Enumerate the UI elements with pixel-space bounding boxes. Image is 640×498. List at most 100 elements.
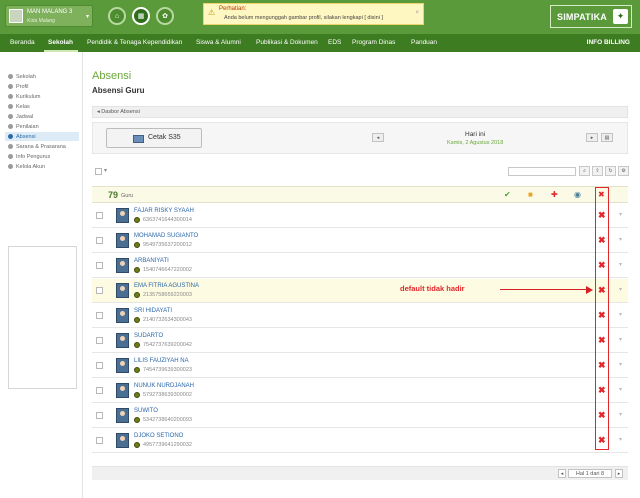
teacher-nip: 2140732634300043 — [143, 317, 192, 323]
breadcrumb-link[interactable]: ◂ Dasbor Absensi — [97, 109, 140, 115]
other-status-icon[interactable]: ◉ — [574, 190, 581, 199]
sidebar-item-absensi[interactable]: Absensi — [5, 132, 79, 141]
teacher-name[interactable]: DJOKO SETIONO — [134, 433, 183, 439]
ministry-badge-icon — [134, 217, 140, 223]
row-checkbox[interactable] — [96, 212, 103, 219]
absent-column-highlight — [595, 187, 609, 450]
row-checkbox[interactable] — [96, 262, 103, 269]
settings-icon[interactable]: ⚙ — [618, 166, 629, 176]
teacher-name[interactable]: MOHAMAD SUGIANTO — [134, 233, 198, 239]
teacher-name[interactable]: NUNUK NURDJANAH — [134, 383, 194, 389]
row-checkbox[interactable] — [96, 362, 103, 369]
leave-icon[interactable]: ■ — [528, 190, 533, 199]
avatar — [116, 333, 129, 348]
row-checkbox[interactable] — [96, 312, 103, 319]
building-icon — [8, 144, 13, 149]
chevron-down-icon[interactable]: ▾ — [619, 261, 622, 268]
teacher-name[interactable]: SRI HIDAYATI — [134, 308, 172, 314]
sick-icon[interactable]: ✚ — [551, 190, 558, 199]
main-nav: Beranda Sekolah Pendidik & Tenaga Kepend… — [0, 34, 640, 52]
avatar — [116, 283, 129, 298]
class-icon — [8, 104, 13, 109]
page-indicator[interactable]: Hal 1 dari 8 — [568, 469, 612, 478]
row-checkbox[interactable] — [96, 437, 103, 444]
next-day-button[interactable]: ▸ — [586, 133, 598, 142]
row-checkbox[interactable] — [96, 387, 103, 394]
prev-page-button[interactable]: ◂ — [558, 469, 566, 478]
info-billing-link[interactable]: INFO BILLING — [587, 34, 630, 52]
teacher-nip: 7542737639200042 — [143, 342, 192, 348]
annotation-arrow — [500, 289, 590, 290]
chevron-down-icon[interactable]: ▾ — [619, 286, 622, 293]
row-checkbox[interactable] — [96, 412, 103, 419]
search-input[interactable] — [508, 167, 576, 176]
alert-title: Perhatian: — [219, 6, 247, 12]
teacher-nip: 6363741644300014 — [143, 217, 192, 223]
present-icon[interactable]: ✔ — [504, 190, 511, 199]
teacher-name[interactable]: SUDARTO — [134, 333, 163, 339]
chevron-down-icon[interactable]: ▾ — [619, 311, 622, 318]
nav-panduan[interactable]: Panduan — [411, 34, 437, 52]
chevron-down-icon[interactable]: ▾ — [619, 336, 622, 343]
nav-beranda[interactable]: Beranda — [10, 34, 35, 52]
chevron-down-icon[interactable]: ▾ — [619, 211, 622, 218]
teacher-name[interactable]: ARBANIYATI — [134, 258, 169, 264]
row-checkbox[interactable] — [96, 237, 103, 244]
teacher-nip: 7454739639300023 — [143, 367, 192, 373]
chevron-down-icon[interactable]: ▾ — [104, 167, 107, 174]
sidebar-item-jadwal[interactable]: Jadwal — [8, 112, 82, 121]
teacher-name[interactable]: SUWITO — [134, 408, 158, 414]
chevron-down-icon[interactable]: ▾ — [619, 361, 622, 368]
chevron-down-icon[interactable]: ▾ — [619, 436, 622, 443]
refresh-icon[interactable]: ↻ — [605, 166, 616, 176]
network-icon[interactable]: ⌂ — [108, 7, 126, 25]
avatar — [116, 408, 129, 423]
nav-siswa[interactable]: Siswa & Alumni — [196, 34, 241, 52]
chevron-down-icon[interactable]: ▾ — [619, 386, 622, 393]
sidebar-item-kelola-akun[interactable]: Kelola Akun — [8, 162, 82, 171]
table-row: FAJAR RISKY SYAAH 6363741644300014 ✖ ▾ — [92, 204, 628, 228]
sidebar-item-sarana[interactable]: Sarana & Prasarana — [8, 142, 82, 151]
select-all-checkbox[interactable] — [95, 168, 102, 175]
teacher-name[interactable]: EMA FITRIA AGUSTINA — [134, 283, 199, 289]
nav-publikasi[interactable]: Publikasi & Dokumen — [256, 34, 318, 52]
avatar — [116, 208, 129, 223]
alert-message[interactable]: Anda belum mengunggah gambar profil, sil… — [224, 15, 383, 21]
award-icon[interactable]: ✿ — [156, 7, 174, 25]
teacher-name[interactable]: LILIS FAUZIYAH NA — [134, 358, 189, 364]
print-s35-button[interactable]: Cetak S35 — [106, 128, 202, 148]
sidebar-item-kelas[interactable]: Kelas — [8, 102, 82, 111]
next-page-button[interactable]: ▸ — [615, 469, 623, 478]
table-row: DJOKO SETIONO 4957739641290032 ✖ ▾ — [92, 429, 628, 453]
profile-alert: ⚠ Perhatian: Anda belum mengunggah gamba… — [203, 3, 424, 25]
teacher-nip: 5792738639300002 — [143, 392, 192, 398]
table-row: SUWITO 5342738640200093 ✖ ▾ — [92, 404, 628, 428]
chevron-down-icon[interactable]: ▾ — [619, 236, 622, 243]
row-checkbox[interactable] — [96, 337, 103, 344]
upload-icon[interactable]: ⇧ — [592, 166, 603, 176]
table-row: MOHAMAD SUGIANTO 9549735637200012 ✖ ▾ — [92, 229, 628, 253]
sidebar-item-sekolah[interactable]: Sekolah — [8, 72, 82, 81]
search-icon[interactable]: ⌕ — [579, 166, 590, 176]
teacher-name[interactable]: FAJAR RISKY SYAAH — [134, 208, 194, 214]
school-selector[interactable]: MAN MALANG 3 Kota Malang ▾ — [5, 5, 93, 27]
calendar-icon[interactable]: ▤ — [601, 133, 613, 142]
teacher-count-label: Guru — [121, 193, 134, 199]
prev-day-button[interactable]: ◂ — [372, 133, 384, 142]
chevron-down-icon[interactable]: ▾ — [619, 411, 622, 418]
school-icon[interactable]: ▦ — [132, 7, 150, 25]
summary-bar: 79 Guru ✔ ■ ✚ ◉ ✖ — [92, 186, 628, 203]
close-icon[interactable]: × — [415, 10, 419, 16]
sidebar-item-penilaian[interactable]: Penilaian — [8, 122, 82, 131]
sidebar-item-kurikulum[interactable]: Kurikulum — [8, 92, 82, 101]
sidebar-item-info-pengurus[interactable]: Info Pengurus — [8, 152, 82, 161]
brand-logo: SIMPATIKA ✦ — [550, 5, 632, 28]
ministry-badge-icon — [134, 317, 140, 323]
annotation-label: default tidak hadir — [400, 284, 465, 293]
nav-pendidik[interactable]: Pendidik & Tenaga Kependidikan — [87, 34, 182, 52]
nav-eds[interactable]: EDS — [328, 34, 341, 52]
row-checkbox[interactable] — [96, 287, 103, 294]
pagination: ◂ Hal 1 dari 8 ▸ — [92, 466, 628, 480]
sidebar-item-profil[interactable]: Profil — [8, 82, 82, 91]
nav-program-dinas[interactable]: Program Dinas — [352, 34, 395, 52]
